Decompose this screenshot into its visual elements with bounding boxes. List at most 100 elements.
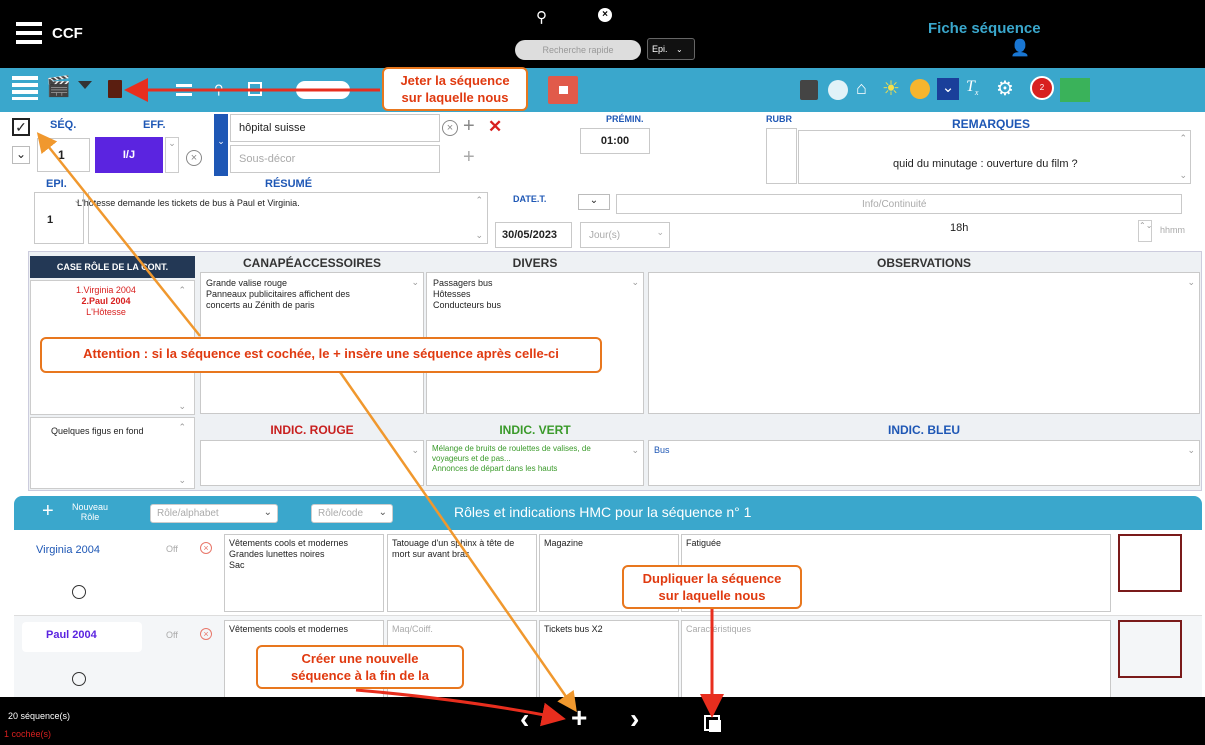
avatar-icon[interactable] xyxy=(72,672,86,686)
info-continuite-field[interactable]: Info/Continuité xyxy=(616,194,1182,214)
epi-value: 1 xyxy=(47,214,54,226)
roles-scroll-down[interactable]: ⌄ xyxy=(178,401,186,412)
scroll-up-icon[interactable]: ⌃ xyxy=(1179,133,1187,144)
remove-decor-icon[interactable]: ✕ xyxy=(488,117,502,137)
add-decor-icon[interactable]: + xyxy=(463,115,475,138)
divers-scroll-icon[interactable]: ⌄ xyxy=(631,277,639,288)
notification-badge[interactable]: 2 xyxy=(1030,76,1054,100)
figurants-scroll-up[interactable]: ⌃ xyxy=(178,422,186,433)
rouge-scroll-icon[interactable]: ⌄ xyxy=(411,445,419,456)
decor-dropdown-button[interactable]: ⌄ xyxy=(214,114,228,176)
info-placeholder: Info/Continuité xyxy=(862,199,927,210)
rubr-field[interactable] xyxy=(766,128,797,184)
datet-dropdown[interactable]: ⌄ xyxy=(578,194,610,210)
resume-scroll-down[interactable]: ⌄ xyxy=(475,230,483,241)
role-code-select[interactable]: Rôle/code ⌄ xyxy=(311,504,393,523)
record-button[interactable] xyxy=(548,76,578,104)
premin-field[interactable]: 01:00 xyxy=(580,128,650,154)
next-icon[interactable]: › xyxy=(630,703,639,735)
observations-scroll-icon[interactable]: ⌄ xyxy=(1187,277,1195,288)
sous-decor-field[interactable]: Sous-décor xyxy=(230,145,440,173)
search-input[interactable]: Recherche rapide xyxy=(515,40,641,60)
role-name[interactable]: Virginia 2004 xyxy=(36,544,100,556)
add-sequence-icon[interactable]: + xyxy=(571,702,587,734)
seq-dropdown-icon[interactable]: ⌄ xyxy=(12,146,30,164)
toggle-pill[interactable] xyxy=(296,81,350,99)
maquillage-cell[interactable]: Tatouage d'un sphinx à tête de mort sur … xyxy=(387,534,537,612)
grid-icon[interactable] xyxy=(176,84,192,96)
sun-icon[interactable]: ☀ xyxy=(882,76,900,101)
indic-rouge-label: INDIC. ROUGE xyxy=(270,423,354,437)
trash-icon[interactable] xyxy=(108,80,122,98)
new-role-button[interactable]: Nouveau Rôle xyxy=(64,502,116,522)
delete-role-icon[interactable]: × xyxy=(200,628,212,640)
cell-text: Caractéristiques xyxy=(686,624,752,634)
clear-search-icon[interactable]: × xyxy=(598,8,612,22)
roles-scroll-up[interactable]: ⌃ xyxy=(178,285,186,296)
jours-field[interactable]: Jour(s) ⌄ xyxy=(580,222,670,248)
eff-clear-icon[interactable]: × xyxy=(186,150,202,166)
time-value[interactable]: 18h xyxy=(950,222,968,234)
scroll-down-icon[interactable]: ⌄ xyxy=(1179,170,1187,181)
cell-text: Vêtements cools et modernes Grandes lune… xyxy=(229,538,349,570)
indic-rouge-field[interactable]: ⌄ xyxy=(200,440,424,486)
role-alphabet-select[interactable]: Rôle/alphabet ⌄ xyxy=(150,504,278,523)
seq-number-field[interactable]: 1 xyxy=(37,138,90,172)
resume-field[interactable]: L'hôtesse demande les tickets de bus à P… xyxy=(77,192,488,244)
observations-field[interactable]: ⌄ xyxy=(648,272,1200,414)
rubr-label: RUBR xyxy=(766,114,792,124)
canape-scroll-icon[interactable]: ⌄ xyxy=(411,277,419,288)
accessoire-cell[interactable]: Tickets bus X2 xyxy=(539,620,679,698)
figurants-scroll-down[interactable]: ⌄ xyxy=(178,475,186,486)
previous-icon[interactable]: ‹ xyxy=(520,703,529,735)
decor-clear-icon[interactable]: × xyxy=(442,120,458,136)
face-icon[interactable] xyxy=(828,80,848,100)
vert-scroll-icon[interactable]: ⌄ xyxy=(631,445,639,456)
add-sous-decor-icon[interactable]: + xyxy=(463,146,475,169)
gear-icon[interactable]: ⚙ xyxy=(996,76,1014,101)
add-role-icon[interactable]: + xyxy=(42,500,54,523)
avatar-icon[interactable] xyxy=(72,585,86,599)
sequence-checkbox[interactable]: ✓ xyxy=(12,118,30,136)
time-stepper[interactable]: ⌃⌄ xyxy=(1138,220,1152,242)
indic-bleu-field[interactable]: Bus ⌄ xyxy=(648,440,1200,486)
duplicate-icon[interactable] xyxy=(704,715,721,732)
list-icon[interactable] xyxy=(12,76,38,100)
eff-dropdown-icon[interactable]: ⌄ xyxy=(165,137,179,173)
pin-icon[interactable]: ⚲ xyxy=(214,82,224,98)
role-name[interactable]: Paul 2004 xyxy=(46,629,97,641)
indic-vert-label: INDIC. VERT xyxy=(499,423,571,437)
home-icon[interactable]: ⌂ xyxy=(856,78,867,99)
date-field[interactable]: 30/05/2023 xyxy=(495,222,572,248)
bleu-scroll-icon[interactable]: ⌄ xyxy=(1187,445,1195,456)
search-icon[interactable]: ⚲ xyxy=(536,8,547,26)
hhmm-field[interactable]: hhmm xyxy=(1160,225,1185,235)
menu-icon[interactable] xyxy=(16,22,42,44)
delete-role-icon[interactable]: × xyxy=(200,542,212,554)
eff-field[interactable]: I/J xyxy=(95,137,163,173)
resume-scroll-up[interactable]: ⌃ xyxy=(475,195,483,206)
smiley-icon[interactable] xyxy=(910,79,930,99)
cell-text: Maq/Coiff. xyxy=(392,624,433,634)
user-settings-icon[interactable]: 👤 xyxy=(1010,38,1030,58)
calculator-icon[interactable] xyxy=(800,80,818,100)
clapper-icon[interactable]: 🎬 xyxy=(46,76,71,98)
calendar-icon[interactable] xyxy=(248,82,262,96)
costume-cell[interactable]: Vêtements cools et modernes Grandes lune… xyxy=(224,534,384,612)
clear-format-icon[interactable]: Tx xyxy=(966,78,978,97)
decor-field[interactable]: hôpital suisse xyxy=(230,114,440,142)
indic-vert-field[interactable]: Mélange de bruits de roulettes de valise… xyxy=(426,440,644,486)
figurants-field[interactable]: Quelques figus en fond ⌃ ⌄ xyxy=(30,417,195,489)
photo-frame[interactable] xyxy=(1118,620,1182,678)
off-toggle[interactable]: Off xyxy=(166,630,178,640)
chevron-select-icon[interactable]: ⌄ xyxy=(937,78,959,100)
remarques-field[interactable]: quid du minutage : ouverture du film ? ⌃… xyxy=(798,130,1191,184)
caracteristiques-cell[interactable]: Caractéristiques xyxy=(681,620,1111,698)
photo-frame[interactable] xyxy=(1118,534,1182,592)
epi-select[interactable]: Epi. ⌄ xyxy=(647,38,695,60)
cell-text: Magazine xyxy=(544,538,584,548)
cell-text: Vêtements cools et modernes xyxy=(229,624,349,634)
caret-down-icon[interactable] xyxy=(78,81,92,89)
off-toggle[interactable]: Off xyxy=(166,544,178,554)
role-code-label: Rôle/code xyxy=(318,508,364,519)
